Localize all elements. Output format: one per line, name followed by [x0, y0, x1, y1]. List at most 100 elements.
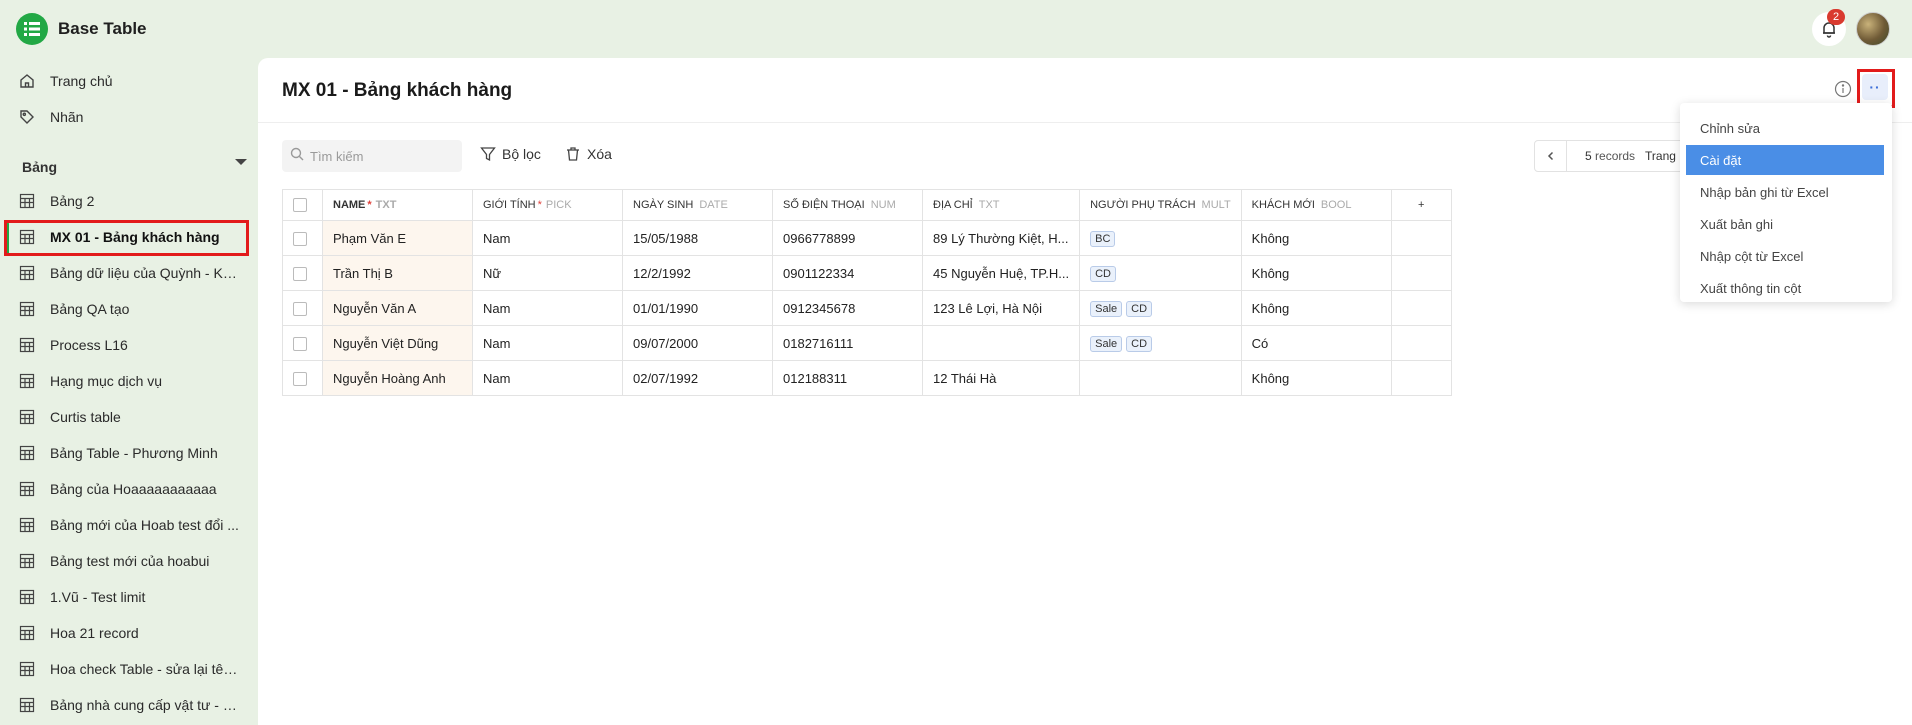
table-row[interactable]: Trần Thị B Nữ 12/2/1992 0901122334 45 Nguyễn… [282, 255, 1452, 291]
sidebar-item-table[interactable]: Bảng Table - Phương Minh [0, 438, 258, 468]
table-row[interactable]: Nguyễn Văn A Nam 01/01/1990 0912345678 123 L… [282, 290, 1452, 326]
sidebar-item-home[interactable]: Trang chủ [0, 66, 258, 96]
menu-item[interactable]: Nhập bản ghi từ Excel [1680, 177, 1892, 207]
sidebar-item-label: Bảng nhà cung cấp vật tư - CE [50, 697, 240, 713]
column-header[interactable]: ĐỊA CHỈ TXT [921, 189, 1081, 221]
sidebar-item-table[interactable]: Bảng test mới của hoabui [0, 546, 258, 576]
row-checkbox[interactable] [293, 301, 307, 316]
column-header[interactable]: SỐ ĐIỆN THOẠI NUM [772, 189, 923, 221]
table-icon [18, 660, 36, 678]
sidebar-item-table[interactable]: Bảng 2 [0, 186, 258, 216]
cell-owners[interactable]: Sale CD [1079, 325, 1242, 361]
menu-item[interactable]: Xuất thông tin cột [1680, 273, 1892, 303]
cell-owners[interactable]: BC [1079, 220, 1242, 256]
cell-gender[interactable]: Nam [472, 290, 623, 326]
cell-name[interactable]: Trần Thị B [322, 255, 473, 291]
cell-phone[interactable]: 0901122334 [772, 255, 923, 291]
tag-icon [18, 108, 36, 126]
cell-dob[interactable]: 01/01/1990 [622, 290, 773, 326]
table-row[interactable]: Nguyễn Việt Dũng Nam 09/07/2000 0182716111 S… [282, 325, 1452, 361]
owner-tag: Sale [1090, 300, 1123, 317]
cell-address[interactable]: 12 Thái Hà [921, 360, 1081, 396]
sidebar-item-table[interactable]: Bảng mới của Hoab test đổi ... [0, 510, 258, 540]
column-header[interactable]: GIỚI TÍNH * PICK [472, 189, 623, 221]
avatar[interactable] [1856, 12, 1890, 46]
records-count: 5 records [1585, 149, 1636, 163]
column-header[interactable]: KHÁCH MỚI BOOL [1240, 189, 1392, 221]
cell-name[interactable]: Nguyễn Hoàng Anh [322, 360, 473, 396]
cell-address[interactable] [921, 325, 1081, 361]
menu-item[interactable]: Nhập cột từ Excel [1680, 241, 1892, 271]
cell-name[interactable]: Nguyễn Việt Dũng [322, 325, 473, 361]
sidebar-item-table[interactable]: Hạng mục dịch vụ [0, 366, 258, 396]
cell-new[interactable]: Không [1240, 360, 1392, 396]
cell-owners[interactable] [1079, 360, 1242, 396]
select-all-checkbox[interactable] [293, 198, 307, 212]
delete-button[interactable]: Xóa [565, 146, 612, 162]
info-icon[interactable] [1834, 80, 1852, 98]
cell-empty [1390, 220, 1452, 256]
sidebar-item-table[interactable]: Curtis table [0, 402, 258, 432]
column-header[interactable]: NGƯỜI PHỤ TRÁCH MULT [1079, 189, 1242, 221]
cell-new[interactable]: Không [1240, 255, 1392, 291]
sidebar-item-table[interactable]: Bảng của Hoaaaaaaaaaaa [0, 474, 258, 504]
column-header[interactable]: NGÀY SINH DATE [622, 189, 773, 221]
table-row[interactable]: Phạm Văn E Nam 15/05/1988 0966778899 89 Lý T… [282, 220, 1452, 256]
cell-address[interactable]: 89 Lý Thường Kiệt, H... [921, 220, 1081, 256]
cell-dob[interactable]: 09/07/2000 [622, 325, 773, 361]
cell-name[interactable]: Phạm Văn E [322, 220, 473, 256]
sidebar-item-table[interactable]: Bảng nhà cung cấp vật tư - CE [0, 690, 258, 720]
cell-phone[interactable]: 0966778899 [772, 220, 923, 256]
row-checkbox[interactable] [293, 336, 307, 351]
cell-gender[interactable]: Nam [472, 325, 623, 361]
sidebar-item-table[interactable]: Process L16 [0, 330, 258, 360]
cell-new[interactable]: Có [1240, 325, 1392, 361]
chevron-down-icon[interactable] [235, 159, 247, 165]
sidebar-item-label: Hoa 21 record [50, 625, 139, 641]
table-row[interactable]: Nguyễn Hoàng Anh Nam 02/07/1992 012188311 12… [282, 360, 1452, 396]
owner-tag: CD [1090, 265, 1116, 282]
search-box[interactable] [282, 140, 462, 172]
cell-dob[interactable]: 02/07/1992 [622, 360, 773, 396]
table-icon [18, 588, 36, 606]
cell-gender[interactable]: Nam [472, 360, 623, 396]
sidebar-item-labels[interactable]: Nhãn [0, 102, 258, 132]
sidebar-item-table[interactable]: 1.Vũ - Test limit [0, 582, 258, 612]
cell-dob[interactable]: 15/05/1988 [622, 220, 773, 256]
search-input[interactable] [310, 148, 450, 164]
menu-item[interactable]: Chỉnh sửa [1680, 113, 1892, 143]
add-column-button[interactable]: + [1390, 189, 1452, 221]
cell-name[interactable]: Nguyễn Văn A [322, 290, 473, 326]
select-all-cell [282, 189, 323, 221]
cell-address[interactable]: 123 Lê Lợi, Hà Nội [921, 290, 1081, 326]
menu-item[interactable]: Cài đặt [1686, 145, 1884, 175]
app-logo-icon[interactable] [16, 13, 48, 45]
cell-new[interactable]: Không [1240, 220, 1392, 256]
prev-page-button[interactable] [1535, 141, 1567, 171]
cell-gender[interactable]: Nam [472, 220, 623, 256]
filter-button[interactable]: Bộ lọc [480, 146, 541, 162]
trash-icon [565, 146, 581, 162]
divider [258, 122, 1912, 123]
cell-phone[interactable]: 0912345678 [772, 290, 923, 326]
sidebar-item-table[interactable]: Bảng QA tạo [0, 294, 258, 324]
sidebar-item-table[interactable]: Hoa check Table - sửa lại tên... [0, 654, 258, 684]
owner-tag: CD [1126, 335, 1153, 352]
cell-gender[interactable]: Nữ [472, 255, 623, 291]
cell-phone[interactable]: 0182716111 [772, 325, 923, 361]
column-type: DATE [699, 199, 728, 211]
cell-new[interactable]: Không [1240, 290, 1392, 326]
sidebar-item-label: Bảng mới của Hoab test đổi ... [50, 517, 239, 533]
row-checkbox[interactable] [293, 266, 307, 281]
cell-dob[interactable]: 12/2/1992 [622, 255, 773, 291]
row-checkbox[interactable] [293, 231, 307, 246]
row-checkbox[interactable] [293, 371, 307, 386]
column-header[interactable]: NAME * TXT [322, 189, 473, 221]
menu-item[interactable]: Xuất bản ghi [1680, 209, 1892, 239]
cell-phone[interactable]: 012188311 [772, 360, 923, 396]
sidebar-item-table[interactable]: Bảng dữ liệu của Quỳnh - KH... [0, 258, 258, 288]
cell-owners[interactable]: Sale CD [1079, 290, 1242, 326]
cell-address[interactable]: 45 Nguyễn Huệ, TP.H... [921, 255, 1081, 291]
sidebar-item-table[interactable]: Hoa 21 record [0, 618, 258, 648]
cell-owners[interactable]: CD [1079, 255, 1242, 291]
